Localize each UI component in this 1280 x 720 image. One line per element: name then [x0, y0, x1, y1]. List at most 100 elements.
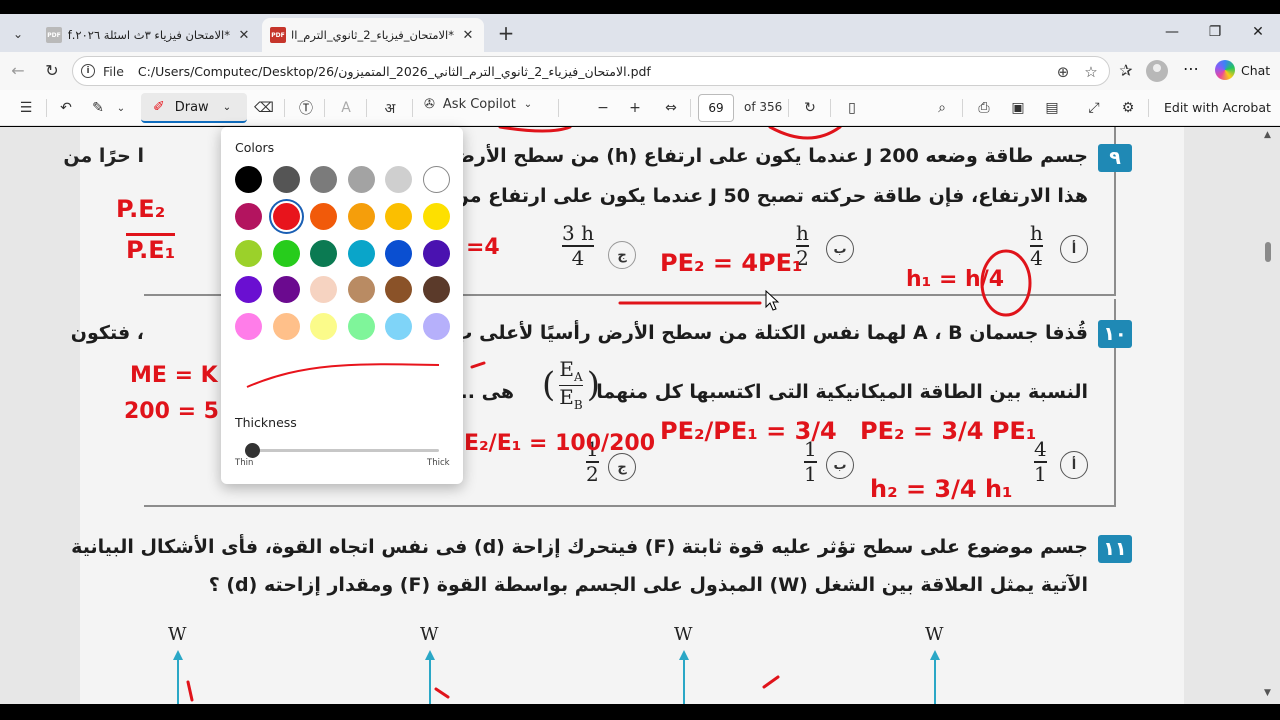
color-swatch[interactable] — [310, 313, 337, 341]
color-swatch[interactable] — [422, 313, 450, 341]
restore-icon[interactable]: ❐ — [1205, 24, 1225, 44]
text-box-icon[interactable]: Ⓣ — [296, 97, 316, 119]
color-swatch[interactable] — [347, 166, 375, 193]
more-options-icon[interactable]: ⋯ — [1180, 60, 1202, 82]
zoom-icon[interactable]: ⊕ — [1053, 62, 1073, 82]
page-number-input[interactable]: 69 — [698, 94, 734, 122]
color-swatch[interactable] — [422, 202, 450, 230]
color-swatch[interactable] — [385, 202, 412, 230]
ink-stroke — [470, 361, 486, 369]
color-swatch[interactable] — [385, 276, 412, 304]
eraser-icon[interactable]: ⌫ — [254, 97, 274, 119]
ink-note: =4 — [466, 235, 500, 260]
ask-copilot-button[interactable]: ✇ Ask Copilot ⌄ — [424, 97, 532, 112]
color-swatch[interactable] — [347, 276, 375, 304]
undo-icon[interactable]: ↶ — [56, 97, 76, 119]
zoom-out-icon[interactable]: − — [594, 97, 612, 119]
stroke-preview-curve — [246, 363, 440, 388]
color-swatch[interactable] — [310, 276, 337, 304]
ink-note: PE₂ = 3/4 PE₁ — [860, 417, 1037, 445]
scheme-label: File — [103, 63, 124, 79]
read-aloud-icon[interactable]: अ — [378, 97, 402, 119]
color-swatch[interactable] — [235, 202, 262, 230]
color-swatch[interactable] — [385, 239, 412, 267]
scroll-up-arrow-icon[interactable]: ▲ — [1264, 130, 1271, 140]
contents-icon[interactable]: ☰ — [16, 97, 36, 119]
toolbar-separator — [558, 99, 559, 117]
color-swatch[interactable] — [272, 313, 300, 341]
color-swatch[interactable] — [422, 166, 450, 193]
tab-exam-2nd[interactable]: PDF *الامتحان_فيزياء_2_ثانوي_الترم_الثان… — [262, 18, 484, 52]
scrollbar-thumb[interactable] — [1265, 242, 1271, 262]
color-swatch[interactable] — [385, 313, 412, 341]
save-as-icon[interactable]: ▤ — [1042, 97, 1062, 119]
color-swatch[interactable] — [422, 239, 450, 267]
color-swatch[interactable] — [235, 166, 262, 193]
settings-gear-icon[interactable]: ⚙ — [1118, 97, 1138, 119]
ink-note: h₁ = h/4 — [906, 267, 1005, 292]
color-swatch[interactable] — [272, 276, 300, 304]
tab-actions-menu[interactable]: ⌄ — [6, 22, 30, 46]
colors-heading: Colors — [235, 140, 275, 155]
ink-note: 200 = 5 — [124, 399, 219, 424]
color-swatch[interactable] — [235, 239, 262, 267]
thick-label: Thick — [427, 458, 450, 468]
url-text[interactable]: C:/Users/Computec/Desktop/26/الامتحان_في… — [138, 64, 651, 79]
color-swatch[interactable] — [235, 276, 262, 304]
color-swatch[interactable] — [310, 239, 337, 267]
color-swatch[interactable] — [310, 166, 337, 193]
page-view-icon[interactable]: ▯ — [842, 97, 862, 119]
info-icon[interactable]: i — [81, 64, 95, 78]
highlight-icon[interactable]: ✎ — [88, 97, 108, 119]
thickness-slider-knob[interactable] — [245, 443, 260, 458]
tab-exam-3rd[interactable]: PDF *الامتحان فيزياء ٣ث اسئلة ٢٠٢٦.pdf ✕ — [38, 18, 260, 52]
refresh-icon[interactable]: ↻ — [40, 60, 64, 82]
color-swatch[interactable] — [347, 239, 375, 267]
tab-strip: ⌄ PDF *الامتحان فيزياء ٣ث اسئلة ٢٠٢٦.pdf… — [0, 14, 1280, 52]
search-icon[interactable]: ⌕ — [932, 97, 952, 119]
color-swatch[interactable] — [385, 166, 412, 193]
edit-with-acrobat-button[interactable]: Edit with Acrobat — [1164, 100, 1271, 115]
color-swatch[interactable] — [272, 202, 300, 230]
pdf-viewport[interactable]: ٩ جسم طاقة وضعه J 200 عندما يكون على ارت… — [0, 127, 1280, 704]
text-format-icon[interactable]: A — [336, 97, 356, 119]
window-close-icon[interactable]: ✕ — [1248, 24, 1268, 44]
color-swatch[interactable] — [310, 202, 337, 230]
zoom-in-icon[interactable]: + — [626, 97, 644, 119]
color-swatch[interactable] — [347, 202, 375, 230]
draw-settings-popup: Colors Thickness Thin Thick — [221, 127, 463, 484]
close-icon[interactable]: ✕ — [460, 28, 476, 43]
favorite-star-icon[interactable]: ☆ — [1081, 62, 1101, 82]
chat-button[interactable]: Chat — [1215, 60, 1270, 80]
toolbar-separator — [366, 99, 367, 117]
minimize-icon[interactable]: — — [1162, 24, 1182, 44]
print-icon[interactable]: ⎙ — [974, 97, 994, 119]
color-swatch[interactable] — [235, 313, 262, 341]
toolbar-separator — [46, 99, 47, 117]
save-icon[interactable]: ▣ — [1008, 97, 1028, 119]
ink-note: E₂/E₁ = 100/200 — [464, 431, 655, 456]
favorites-icon[interactable]: ✰ — [1114, 60, 1138, 82]
toolbar-separator — [830, 99, 831, 117]
fullscreen-icon[interactable]: ⤢ — [1084, 97, 1104, 119]
rotate-icon[interactable]: ↻ — [800, 97, 820, 119]
color-swatch[interactable] — [347, 313, 375, 341]
scroll-down-arrow-icon[interactable]: ▼ — [1264, 688, 1271, 698]
thickness-slider-track[interactable] — [245, 449, 439, 452]
toolbar-separator — [1148, 99, 1149, 117]
draw-button[interactable]: ✐ Draw ⌄ — [141, 93, 247, 123]
toolbar-separator — [324, 99, 325, 117]
fit-width-icon[interactable]: ⇔ — [660, 97, 682, 119]
pdf-file-icon: PDF — [270, 27, 286, 43]
color-swatch[interactable] — [422, 276, 450, 304]
avatar[interactable] — [1146, 60, 1168, 82]
color-swatch[interactable] — [272, 239, 300, 267]
back-arrow-icon[interactable]: ← — [6, 60, 30, 82]
address-bar[interactable]: i File C:/Users/Computec/Desktop/26/الام… — [72, 56, 1110, 86]
top-letterbox — [0, 0, 1280, 14]
toolbar-separator — [788, 99, 789, 117]
chevron-down-icon[interactable]: ⌄ — [114, 97, 128, 119]
color-swatch[interactable] — [272, 166, 300, 193]
new-tab-button[interactable]: + — [494, 22, 518, 46]
close-icon[interactable]: ✕ — [236, 28, 252, 43]
